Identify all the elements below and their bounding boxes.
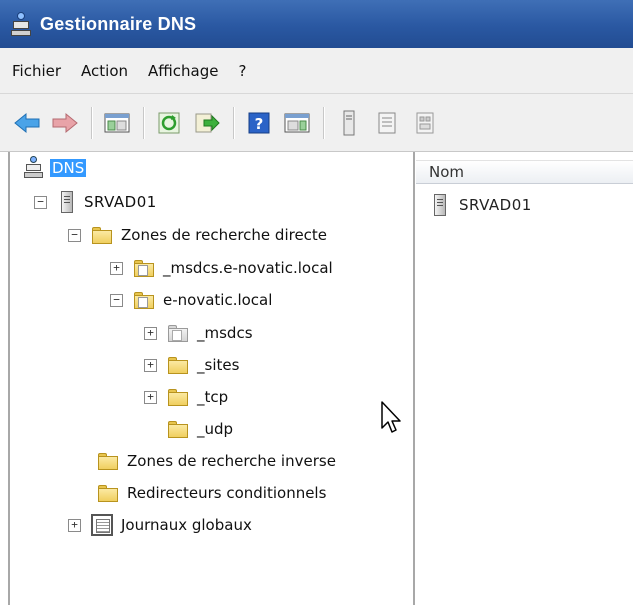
tree-node-label: _msdcs.e-novatic.local bbox=[163, 259, 333, 277]
collapse-toggle[interactable]: − bbox=[68, 228, 81, 242]
expand-toggle[interactable]: + bbox=[110, 261, 123, 275]
toolbar-separator bbox=[143, 106, 145, 139]
properties-icon bbox=[416, 112, 434, 133]
folder-icon bbox=[97, 452, 119, 470]
refresh-icon bbox=[158, 112, 180, 133]
tree-node-global-logs[interactable]: + Journaux globaux bbox=[68, 512, 252, 538]
event-log-icon bbox=[91, 514, 113, 536]
toolbar-separator bbox=[91, 106, 93, 139]
menu-action[interactable]: Action bbox=[71, 58, 138, 84]
back-button[interactable] bbox=[12, 108, 42, 138]
expand-toggle[interactable]: + bbox=[144, 326, 157, 340]
menu-fichier[interactable]: Fichier bbox=[2, 58, 71, 84]
results-pane: Nom SRVAD01 bbox=[416, 152, 633, 605]
tree-node-reverse-zones[interactable]: Zones de recherche inverse bbox=[74, 448, 336, 474]
tree-node-sub-msdcs[interactable]: + _msdcs bbox=[144, 320, 253, 346]
folder-icon bbox=[91, 226, 113, 244]
mouse-cursor-icon bbox=[381, 401, 401, 433]
back-icon bbox=[14, 112, 40, 133]
tree-node-sub-sites[interactable]: + _sites bbox=[144, 352, 239, 378]
show-hide-action-pane-button[interactable] bbox=[282, 108, 312, 138]
help-button[interactable]: ? bbox=[244, 108, 274, 138]
expand-toggle[interactable]: + bbox=[144, 390, 157, 404]
dns-icon bbox=[24, 156, 44, 180]
column-header-name[interactable]: Nom bbox=[416, 160, 633, 184]
tree-node-sub-udp[interactable]: _udp bbox=[144, 416, 233, 442]
main-area: DNS − SRVAD01 − Zones de recherche direc… bbox=[0, 152, 633, 605]
list-view-button[interactable] bbox=[372, 108, 402, 138]
tree-node-label: _sites bbox=[197, 356, 240, 374]
expand-toggle[interactable]: + bbox=[68, 518, 81, 532]
menu-affichage[interactable]: Affichage bbox=[138, 58, 228, 84]
title-bar: Gestionnaire DNS bbox=[0, 0, 633, 48]
tree-node-sub-tcp[interactable]: + _tcp bbox=[144, 384, 228, 410]
tree-node-label: _msdcs bbox=[197, 324, 253, 342]
menu-help[interactable]: ? bbox=[228, 58, 256, 84]
dns-manager-app-icon bbox=[10, 11, 32, 37]
tree-node-label: DNS bbox=[50, 159, 87, 177]
tree-node-label: e-novatic.local bbox=[163, 291, 273, 309]
tree-node-zone-local[interactable]: − e-novatic.local bbox=[110, 287, 272, 313]
tree-node-label: Journaux globaux bbox=[121, 516, 252, 534]
show-hide-action-pane-icon bbox=[284, 113, 310, 132]
tree-node-label: Redirecteurs conditionnels bbox=[127, 484, 327, 502]
tree-node-forward-zones[interactable]: − Zones de recherche directe bbox=[68, 222, 327, 248]
folder-icon bbox=[167, 420, 189, 438]
tree-node-dns[interactable]: DNS bbox=[24, 155, 87, 181]
delegated-zone-icon bbox=[167, 324, 189, 342]
console-tree: DNS − SRVAD01 − Zones de recherche direc… bbox=[8, 152, 415, 605]
list-item-label: SRVAD01 bbox=[459, 196, 532, 214]
tree-node-label: _udp bbox=[197, 420, 234, 438]
tree-node-label: SRVAD01 bbox=[84, 193, 157, 211]
tree-node-conditional-forwarders[interactable]: Redirecteurs conditionnels bbox=[74, 480, 326, 506]
tree-node-zone-msdcs[interactable]: + _msdcs.e-novatic.local bbox=[110, 255, 333, 281]
server-icon bbox=[343, 110, 355, 135]
forward-button[interactable] bbox=[50, 108, 80, 138]
properties-button[interactable] bbox=[410, 108, 440, 138]
forward-icon bbox=[52, 112, 78, 133]
tree-node-label: Zones de recherche inverse bbox=[127, 452, 336, 470]
menu-bar: Fichier Action Affichage ? bbox=[0, 48, 633, 94]
expand-toggle[interactable]: + bbox=[144, 358, 157, 372]
toolbar: ? bbox=[0, 94, 633, 152]
show-hide-console-tree-icon bbox=[104, 113, 130, 132]
tree-node-label: Zones de recherche directe bbox=[121, 226, 328, 244]
help-icon: ? bbox=[248, 112, 270, 133]
list-view-icon bbox=[378, 112, 396, 133]
show-hide-console-tree-button[interactable] bbox=[102, 108, 132, 138]
export-list-button[interactable] bbox=[192, 108, 222, 138]
server-icon bbox=[61, 191, 73, 213]
tree-node-label: _tcp bbox=[197, 388, 229, 406]
folder-icon bbox=[167, 388, 189, 406]
toolbar-separator bbox=[323, 106, 325, 139]
list-item[interactable]: SRVAD01 bbox=[434, 194, 532, 216]
window-title: Gestionnaire DNS bbox=[40, 13, 197, 34]
svg-text:?: ? bbox=[255, 115, 264, 133]
server-icon bbox=[434, 194, 446, 216]
collapse-toggle[interactable]: − bbox=[110, 293, 123, 307]
collapse-toggle[interactable]: − bbox=[34, 195, 47, 209]
tree-node-server[interactable]: − SRVAD01 bbox=[34, 189, 157, 215]
zone-icon bbox=[133, 259, 155, 277]
folder-icon bbox=[167, 356, 189, 374]
server-button[interactable] bbox=[334, 108, 364, 138]
toolbar-separator bbox=[233, 106, 235, 139]
zone-icon bbox=[133, 291, 155, 309]
export-list-icon bbox=[195, 113, 220, 132]
folder-icon bbox=[97, 484, 119, 502]
refresh-button[interactable] bbox=[154, 108, 184, 138]
